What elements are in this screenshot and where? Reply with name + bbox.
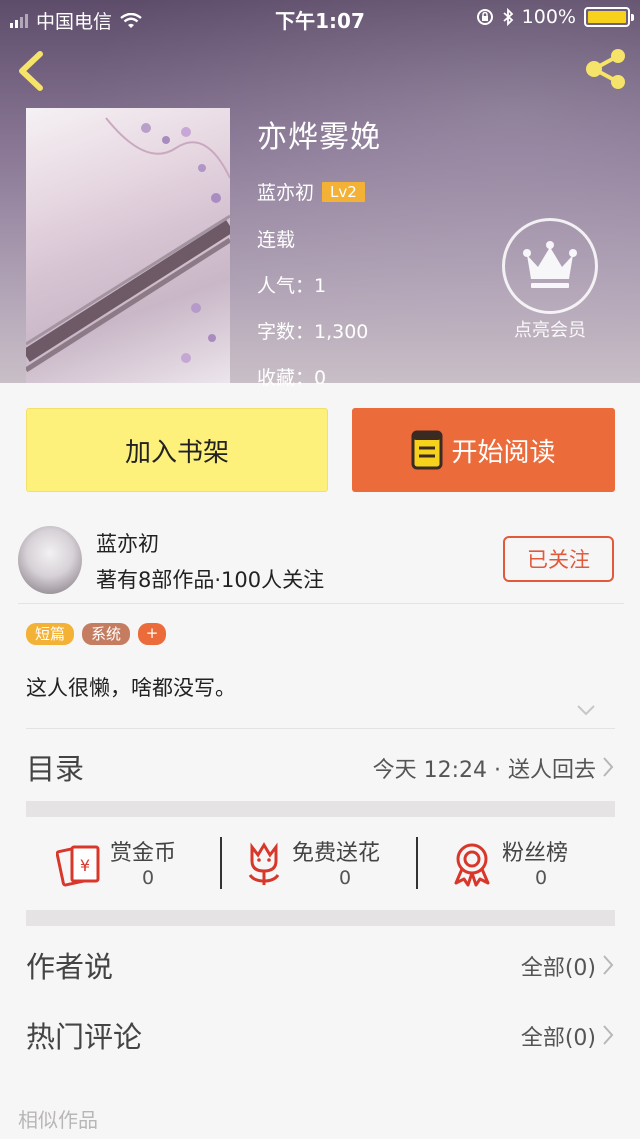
author-says-label: 作者说	[26, 950, 114, 984]
rewards-bar: ¥ 赏金币 0 免费送花 0 粉丝榜 0	[0, 827, 640, 907]
vip-button[interactable]: 点亮会员	[500, 218, 600, 342]
chevron-down-icon	[577, 705, 595, 716]
section-divider	[26, 801, 615, 817]
battery-percent: 100%	[521, 6, 576, 28]
serial-status: 连载	[257, 229, 296, 251]
svg-text:¥: ¥	[80, 856, 90, 875]
medal-icon	[454, 843, 490, 887]
author-stats: 著有8部作品·100人关注	[96, 568, 325, 592]
add-to-shelf-label: 加入书架	[124, 437, 229, 468]
free-flower-label: 免费送花	[292, 841, 381, 866]
hot-comments-value: 全部(0)	[520, 1026, 596, 1051]
fan-ranking-label: 粉丝榜	[502, 841, 569, 866]
bluetooth-icon	[503, 8, 513, 26]
author-name: 蓝亦初	[96, 532, 159, 556]
author-avatar[interactable]	[18, 526, 82, 594]
reward-coin-label: 赏金币	[110, 841, 177, 866]
book-icon	[411, 430, 443, 470]
red-envelope-icon: ¥	[56, 845, 100, 887]
popularity-count: 人气：1	[257, 275, 327, 297]
section-divider	[26, 910, 615, 926]
chevron-right-icon	[603, 757, 614, 777]
divider	[26, 728, 615, 729]
start-reading-label: 开始阅读	[451, 437, 556, 468]
free-flower-button[interactable]: 免费送花 0	[244, 827, 404, 907]
favorites-count: 收藏：0	[257, 367, 327, 389]
author-says-value: 全部(0)	[520, 956, 596, 981]
similar-works-heading: 相似作品	[18, 1108, 98, 1132]
chevron-right-icon	[603, 955, 614, 975]
word-count: 字数：1,300	[257, 321, 369, 343]
book-description: 这人很懒，啥都没写。	[26, 676, 236, 700]
divider	[416, 837, 418, 889]
reward-coin-count: 0	[141, 867, 155, 889]
tag-system[interactable]: 系统	[82, 623, 131, 645]
orientation-lock-icon	[476, 9, 493, 25]
hot-comments-label: 热门评论	[26, 1020, 143, 1054]
add-tag-button[interactable]: +	[138, 623, 167, 645]
battery-icon	[584, 7, 634, 27]
expand-description-button[interactable]	[574, 702, 598, 722]
author-says-row[interactable]: 作者说 全部(0)	[0, 930, 640, 1000]
divider	[220, 837, 222, 889]
vip-label: 点亮会员	[514, 320, 586, 341]
latest-chapter: 今天 12:24 · 送人回去	[372, 758, 596, 783]
status-bar: 中国电信 下午1:07 100%	[0, 0, 640, 36]
book-info: 亦烨雾娩 蓝亦初 Lv2 连载 人气：1 字数：1,300 收藏：0	[257, 112, 381, 390]
hot-comments-row[interactable]: 热门评论 全部(0)	[0, 1000, 640, 1070]
share-icon	[586, 49, 625, 89]
chevron-left-icon	[19, 51, 43, 91]
book-author[interactable]: 蓝亦初	[257, 178, 314, 205]
add-to-shelf-button[interactable]: 加入书架	[26, 408, 328, 492]
crown-icon	[523, 241, 577, 288]
tag-short[interactable]: 短篇	[26, 623, 75, 645]
follow-label: 已关注	[527, 548, 590, 572]
free-flower-count: 0	[338, 867, 352, 889]
chevron-right-icon	[603, 1025, 614, 1045]
tag-list: 短篇 系统 +	[26, 623, 167, 645]
flower-icon	[248, 842, 280, 885]
catalog-label: 目录	[26, 752, 85, 786]
author-level-badge: Lv2	[322, 181, 365, 202]
catalog-row[interactable]: 目录 今天 12:24 · 送人回去	[0, 732, 640, 802]
author-card[interactable]: 蓝亦初 著有8部作品·100人关注 已关注	[0, 518, 640, 602]
share-button[interactable]	[582, 46, 630, 92]
fan-ranking-count: 0	[534, 867, 548, 889]
book-cover-image	[26, 108, 230, 383]
book-title: 亦烨雾娩	[257, 120, 381, 155]
follow-button[interactable]: 已关注	[503, 536, 614, 582]
divider	[18, 603, 624, 604]
reward-coin-button[interactable]: ¥ 赏金币 0	[56, 827, 206, 907]
back-button[interactable]	[12, 48, 52, 94]
start-reading-button[interactable]: 开始阅读	[352, 408, 615, 492]
fan-ranking-button[interactable]: 粉丝榜 0	[452, 827, 592, 907]
